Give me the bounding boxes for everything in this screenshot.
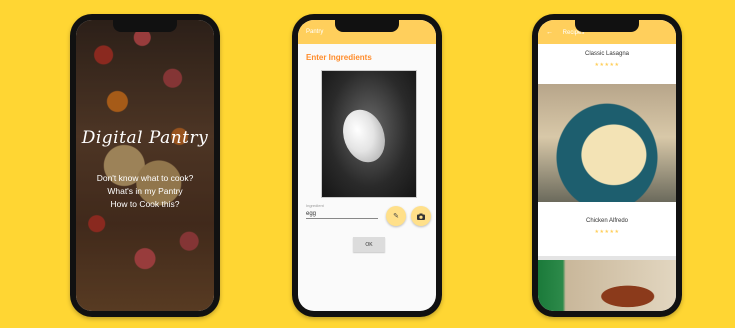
tagline-line: How to Cook this? (110, 199, 180, 209)
ingredients-screen: Pantry Enter Ingredients Ingredient ✎ OK (298, 20, 436, 311)
pencil-icon: ✎ (393, 213, 399, 220)
lasagna-photo (538, 84, 676, 202)
tagline-line: What's in my Pantry (107, 186, 183, 196)
phone-recipes: ← Recipes Classic Lasagna ★★★★★ Chicken … (532, 14, 682, 317)
ok-button[interactable]: OK (353, 237, 385, 252)
app-title: Digital Pantry (81, 128, 209, 148)
phone-notch (575, 20, 639, 32)
camera-icon (417, 213, 425, 220)
alfredo-photo (538, 260, 676, 311)
recipes-screen: ← Recipes Classic Lasagna ★★★★★ Chicken … (538, 20, 676, 311)
ingredient-photo (321, 70, 417, 198)
phone-splash: Digital Pantry Don't know what to cook? … (70, 14, 220, 317)
star-rating: ★★★★★ (594, 62, 620, 68)
phone-notch (335, 20, 399, 32)
edit-button[interactable]: ✎ (386, 206, 406, 226)
ingredient-input[interactable] (306, 209, 378, 219)
phone-notch (113, 20, 177, 32)
splash-screen: Digital Pantry Don't know what to cook? … (76, 20, 214, 311)
tagline-line: Don't know what to cook? (96, 173, 194, 183)
ingredient-field-label: Ingredient (306, 203, 324, 208)
tagline: Don't know what to cook? What's in my Pa… (76, 172, 214, 211)
back-arrow-icon[interactable]: ← (546, 29, 553, 36)
page-title: Enter Ingredients (306, 53, 372, 62)
egg-image (335, 103, 393, 169)
recipe-name: Classic Lasagna (584, 51, 630, 57)
camera-button[interactable] (411, 206, 431, 226)
phone-ingredients: Pantry Enter Ingredients Ingredient ✎ OK (292, 14, 442, 317)
star-rating: ★★★★★ (594, 229, 620, 235)
app-bar-title: Pantry (306, 29, 324, 35)
recipe-name: Chicken Alfredo (585, 218, 629, 224)
